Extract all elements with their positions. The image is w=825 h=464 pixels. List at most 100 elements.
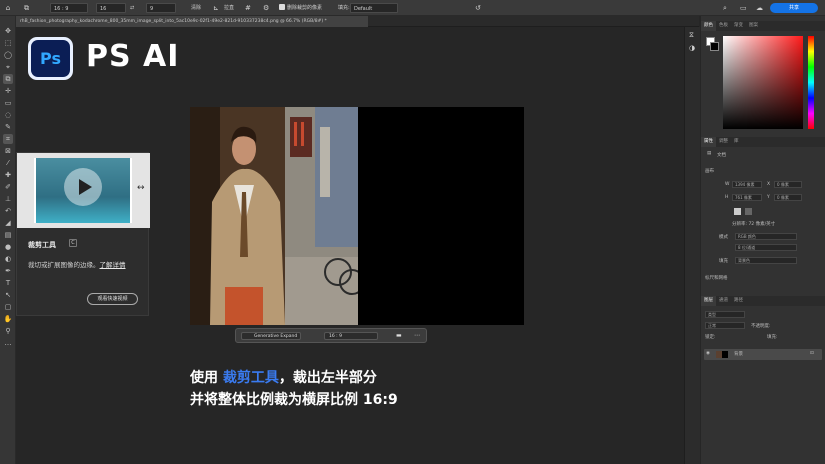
hue-slider[interactable] (808, 36, 814, 129)
tab-adjustments[interactable]: 调整 (716, 137, 731, 147)
swap-icon[interactable]: ⇄ (130, 3, 134, 13)
delete-cropped-checkbox[interactable]: 删除裁剪的像素 (279, 3, 322, 13)
background-swatch[interactable] (710, 42, 719, 51)
tab-libraries[interactable]: 库 (731, 137, 742, 147)
history-brush-icon[interactable]: ↶ (3, 206, 13, 216)
tab-paths[interactable]: 路径 (731, 296, 746, 306)
path-select-icon[interactable]: ↖ (3, 290, 13, 300)
crop-tool-icon[interactable]: ⧉ (24, 3, 29, 13)
ratio-dropdown[interactable]: 16 : 9 (324, 332, 378, 340)
learn-more-link[interactable]: 了解详情 (100, 261, 126, 269)
document-icon: ▤ (707, 151, 712, 156)
shortcut-badge: C (69, 239, 77, 247)
dodge-tool-icon[interactable]: ◐ (3, 254, 13, 264)
frame-tool-icon[interactable]: ⊠ (3, 146, 13, 156)
photo-illustration (190, 107, 358, 325)
height-input[interactable]: 9 (146, 3, 176, 13)
object-select-icon[interactable]: ⌖ (3, 62, 13, 72)
bit-depth-select[interactable]: 8 位/通道 (735, 244, 797, 251)
portrait-orientation-icon[interactable] (734, 208, 741, 215)
rulers-section-title[interactable]: 标尺和网格 (705, 275, 728, 281)
crop-tool-icon[interactable]: ⧉ (3, 74, 13, 84)
watch-video-button[interactable]: 观看快速视频 (87, 293, 138, 305)
cloud-icon[interactable]: ☁ (756, 3, 763, 13)
right-panels: 颜色 色板 渐变 图案 属性 调整库 ▤ 文档 画布 W 1394 像素 X 0 像素 … (701, 16, 825, 464)
lasso-2-icon[interactable]: ◌ (3, 110, 13, 120)
rect-marquee-icon[interactable]: ▭ (3, 98, 13, 108)
document-canvas[interactable] (190, 107, 524, 325)
tab-color[interactable]: 颜色 (701, 21, 716, 31)
reset-icon[interactable]: ↺ (475, 3, 481, 13)
tab-patterns[interactable]: 图案 (746, 21, 761, 31)
type-tool-icon[interactable]: T (3, 278, 13, 288)
clear-button[interactable]: 清除 (191, 3, 201, 13)
quick-select-icon[interactable]: ✎ (3, 122, 13, 132)
straighten-icon[interactable]: ⊾ (213, 3, 219, 13)
x-field[interactable]: 0 像素 (774, 181, 802, 188)
blend-mode-select[interactable]: 正常 (705, 322, 745, 329)
canvas-section-title[interactable]: 画布 (705, 168, 714, 174)
shape-tool-icon[interactable]: ▢ (3, 302, 13, 312)
marquee-tool-icon[interactable]: ⬚ (3, 38, 13, 48)
brush-tool-icon[interactable]: ✐ (3, 182, 13, 192)
move-tool-icon[interactable]: ✥ (3, 26, 13, 36)
crop-active-icon[interactable]: ⌗ (3, 134, 13, 144)
subtitle-prefix: 使用 (190, 370, 223, 386)
ratio-select[interactable]: 16 : 9 (50, 3, 88, 13)
tip-video-thumbnail[interactable]: ↔ (17, 153, 150, 228)
mode-select[interactable]: RGB 颜色 (735, 233, 797, 240)
more-tools-icon[interactable]: … (3, 338, 13, 348)
document-tab[interactable]: rhB_fashion_photography_kodachrome_800_3… (16, 16, 368, 27)
tab-channels[interactable]: 通道 (716, 296, 731, 306)
tools-panel: ✥ ⬚ ◯ ⌖ ⧉ ✛ ▭ ◌ ✎ ⌗ ⊠ ⁄ ✚ ✐ ⊥ ↶ ◢ ▤ ● ◐ … (0, 16, 16, 464)
lasso-tool-icon[interactable]: ◯ (3, 50, 13, 60)
zoom-tool-icon[interactable]: ⚲ (3, 326, 13, 336)
fill-select[interactable]: 背景色 (735, 257, 797, 264)
healing-brush-icon[interactable]: ✚ (3, 170, 13, 180)
layer-row-background[interactable]: ◉ 背景 ⊡ (704, 349, 822, 360)
ellipsis-icon[interactable]: ⋯ (414, 332, 420, 339)
layer-kind-filter[interactable]: 类型 (705, 311, 745, 318)
height-field[interactable]: 761 像素 (732, 194, 762, 201)
lock-icon[interactable]: ⊡ (810, 351, 814, 356)
move-tool-2-icon[interactable]: ✛ (3, 86, 13, 96)
resize-cursor-icon: ↔ (137, 183, 145, 193)
gradient-icon[interactable]: ▤ (3, 230, 13, 240)
lock-label: 锁定: (705, 335, 716, 340)
color-picker-field[interactable] (723, 36, 803, 129)
x-label: X (767, 182, 771, 187)
home-icon[interactable]: ⌂ (3, 3, 13, 13)
grid-overlay-icon[interactable]: # (245, 3, 251, 13)
photoshop-app-icon: Ps (28, 37, 73, 80)
layers-panel-tabs: 图层 通道 路径 (701, 296, 825, 306)
document-label: 文档 (717, 153, 726, 158)
generative-expand-button[interactable]: Generative Expand (241, 332, 301, 340)
adjust-panel-icon[interactable]: ◑ (689, 44, 695, 52)
fashion-photo (190, 107, 358, 325)
layer-fill-label: 填充: (767, 335, 778, 340)
landscape-orientation-icon[interactable] (745, 208, 752, 215)
history-panel-icon[interactable]: ⧖ (689, 31, 694, 40)
eyedropper-icon[interactable]: ⁄ (3, 158, 13, 168)
share-button[interactable]: 共享 (770, 3, 818, 13)
y-field[interactable]: 0 像素 (774, 194, 802, 201)
tip-title: 裁剪工具 (28, 241, 56, 249)
clone-stamp-icon[interactable]: ⊥ (3, 194, 13, 204)
settings-gear-icon[interactable]: ⚙ (263, 3, 269, 13)
tab-gradients[interactable]: 渐变 (731, 21, 746, 31)
tab-properties[interactable]: 属性 (701, 137, 716, 147)
more-options-icon[interactable]: ▬ (396, 332, 402, 339)
hand-tool-icon[interactable]: ✋ (3, 314, 13, 324)
blur-tool-icon[interactable]: ● (3, 242, 13, 252)
tab-swatches[interactable]: 色板 (716, 21, 731, 31)
width-input[interactable]: 16 (96, 3, 126, 13)
search-icon[interactable]: ⌕ (723, 3, 727, 13)
play-button[interactable] (64, 168, 102, 206)
eraser-icon[interactable]: ◢ (3, 218, 13, 228)
width-field[interactable]: 1394 像素 (732, 181, 762, 188)
tab-layers[interactable]: 图层 (701, 296, 716, 306)
pen-tool-icon[interactable]: ✒ (3, 266, 13, 276)
fill-select[interactable]: Default (350, 3, 398, 13)
workspace-icon[interactable]: ▭ (740, 3, 747, 13)
visibility-eye-icon[interactable]: ◉ (706, 351, 710, 356)
